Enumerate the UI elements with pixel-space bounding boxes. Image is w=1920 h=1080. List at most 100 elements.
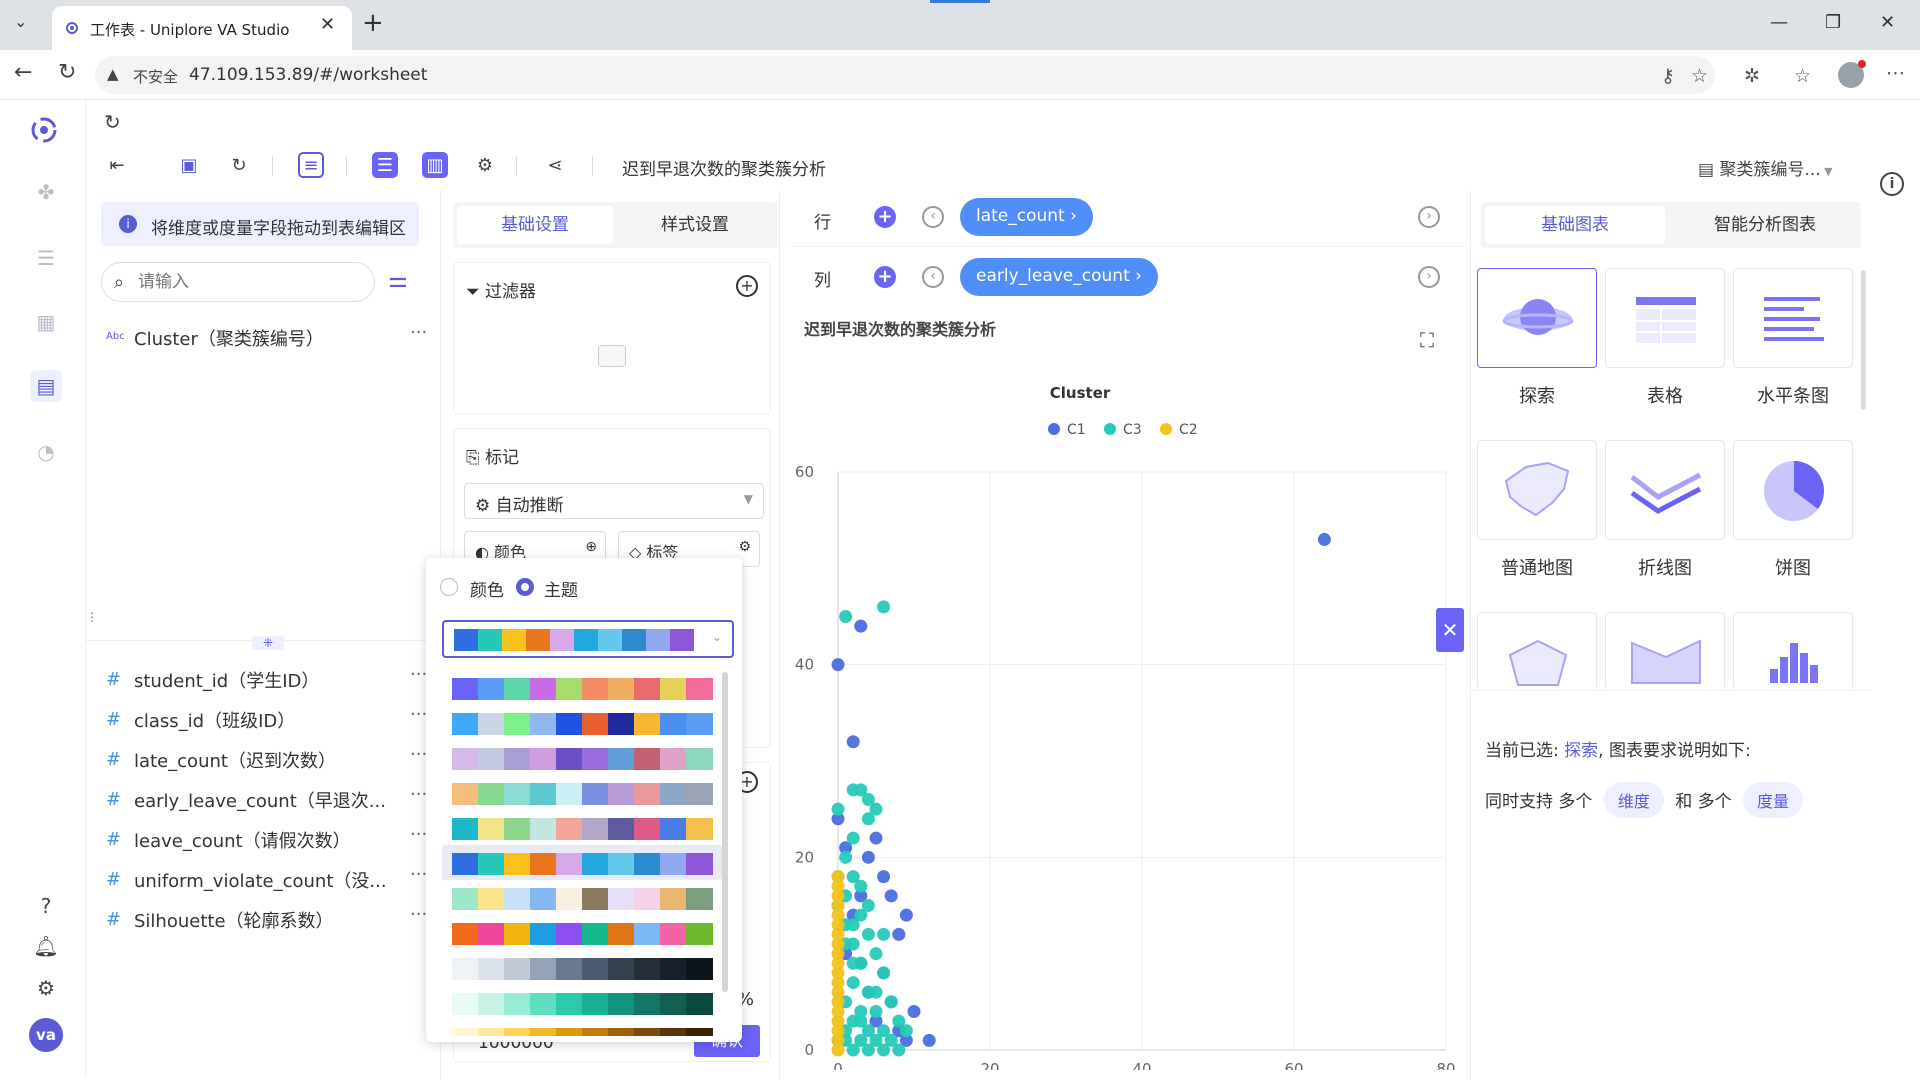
- data-point[interactable]: [922, 1033, 936, 1047]
- data-point[interactable]: [869, 831, 883, 845]
- chart-view-icon[interactable]: ▥: [422, 152, 448, 178]
- data-point[interactable]: [877, 870, 891, 884]
- new-tab-icon[interactable]: +: [362, 8, 384, 38]
- field-more-icon[interactable]: ···: [410, 664, 427, 685]
- col-field-pill[interactable]: early_leave_count ›: [960, 258, 1158, 296]
- worksheet-title[interactable]: 迟到早退次数的聚类簇分析: [622, 155, 826, 180]
- legend-label[interactable]: C1: [1067, 422, 1086, 438]
- chart-type-table[interactable]: [1605, 268, 1725, 368]
- data-point[interactable]: [877, 1043, 891, 1057]
- data-point[interactable]: [877, 927, 891, 941]
- measure-field[interactable]: # Silhouette（轮廓系数） ···: [106, 904, 427, 934]
- measure-field[interactable]: # late_count（迟到次数） ···: [106, 744, 427, 774]
- share-icon[interactable]: ⋖: [542, 152, 568, 178]
- field-more-icon[interactable]: ···: [410, 322, 427, 343]
- data-point[interactable]: [846, 976, 860, 990]
- data-point[interactable]: [869, 802, 883, 816]
- field-search[interactable]: ⌕: [101, 262, 375, 302]
- chart-type-line[interactable]: [1605, 440, 1725, 540]
- rail-gauge-icon[interactable]: ◔: [30, 436, 62, 468]
- legend-label[interactable]: C3: [1123, 422, 1142, 438]
- field-filter-icon[interactable]: ⚌: [388, 268, 408, 293]
- theme-palette-option[interactable]: [442, 775, 722, 810]
- settings-gear-icon[interactable]: ⚙: [30, 972, 62, 1004]
- page-refresh-icon[interactable]: ↻: [104, 110, 121, 134]
- data-point[interactable]: [1317, 532, 1331, 546]
- data-point[interactable]: [884, 889, 898, 903]
- legend-label[interactable]: C2: [1179, 422, 1198, 438]
- measure-field[interactable]: # class_id（班级ID） ···: [106, 704, 427, 734]
- data-point[interactable]: [854, 879, 868, 893]
- user-avatar[interactable]: va: [29, 1018, 63, 1052]
- theme-palette-option[interactable]: [442, 1020, 722, 1036]
- tab-smart-charts[interactable]: 智能分析图表: [1675, 206, 1855, 244]
- theme-palette-option[interactable]: [442, 880, 722, 915]
- theme-palette-option[interactable]: [442, 845, 722, 880]
- theme-palette-option[interactable]: [442, 740, 722, 775]
- col-shelf-back-icon[interactable]: ‹: [922, 266, 944, 288]
- color-add-icon[interactable]: ⊕: [585, 539, 597, 555]
- data-point[interactable]: [831, 802, 845, 816]
- data-point[interactable]: [831, 870, 845, 884]
- collapse-panel-icon[interactable]: ⇤: [104, 152, 130, 178]
- chart-type-radar[interactable]: [1477, 612, 1597, 690]
- data-point[interactable]: [869, 947, 883, 961]
- favorites-icon[interactable]: ☆: [1794, 65, 1811, 87]
- tab-style-settings[interactable]: 样式设置: [617, 206, 773, 244]
- config-gear-icon[interactable]: ⚙: [472, 152, 498, 178]
- legend-marker[interactable]: [1104, 423, 1116, 435]
- field-more-icon[interactable]: ···: [410, 784, 427, 805]
- data-point[interactable]: [861, 899, 875, 912]
- help-icon[interactable]: ?: [30, 890, 62, 922]
- legend-marker[interactable]: [1160, 423, 1172, 435]
- row-shelf-back-icon[interactable]: ‹: [922, 206, 944, 228]
- tab-list-chevron-icon[interactable]: ⌄: [14, 12, 27, 31]
- tab-basic-charts[interactable]: 基础图表: [1485, 206, 1665, 244]
- legend-marker[interactable]: [1048, 423, 1060, 435]
- data-point[interactable]: [854, 1014, 868, 1028]
- row-field-pill[interactable]: late_count ›: [960, 198, 1093, 236]
- theme-palette-option[interactable]: [442, 915, 722, 950]
- radio-theme[interactable]: [516, 578, 534, 596]
- chart-type-area[interactable]: [1605, 612, 1725, 690]
- omnibox[interactable]: ▲ 不安全 47.109.153.89/#/worksheet ⚷ ☆: [95, 56, 1715, 94]
- chart-type-explore[interactable]: [1477, 268, 1597, 368]
- browser-tab-active[interactable]: 工作表 - Uniplore VA Studio ✕: [52, 6, 352, 50]
- field-more-icon[interactable]: ···: [410, 824, 427, 845]
- field-more-icon[interactable]: ···: [410, 864, 427, 885]
- data-point[interactable]: [869, 1004, 883, 1018]
- add-filter-icon[interactable]: +: [736, 275, 758, 297]
- tab-basic-settings[interactable]: 基础设置: [457, 206, 613, 244]
- measure-field[interactable]: # leave_count（请假次数） ···: [106, 824, 427, 854]
- add-col-field-icon[interactable]: +: [874, 266, 896, 288]
- data-point[interactable]: [899, 1024, 913, 1038]
- bell-icon[interactable]: 🔔︎: [30, 930, 62, 962]
- data-point[interactable]: [846, 937, 860, 951]
- refresh-data-icon[interactable]: ↻: [226, 152, 252, 178]
- chart-type-map[interactable]: [1477, 440, 1597, 540]
- chart-type-hbar[interactable]: [1733, 268, 1853, 368]
- mark-type-select[interactable]: ⚙ 自动推断 ▼: [464, 483, 764, 519]
- type-scrollbar[interactable]: [1861, 270, 1866, 410]
- theme-palette-option[interactable]: [442, 705, 722, 740]
- data-table-icon[interactable]: ≡: [298, 152, 324, 178]
- data-point[interactable]: [892, 927, 906, 941]
- data-point[interactable]: [861, 1043, 875, 1057]
- theme-palette-option[interactable]: [442, 985, 722, 1020]
- chart-type-pie[interactable]: [1733, 440, 1853, 540]
- data-point[interactable]: [899, 908, 913, 922]
- key-icon[interactable]: ⚷: [1661, 65, 1675, 87]
- data-point[interactable]: [907, 1004, 921, 1018]
- resize-handle-icon[interactable]: ⁜: [252, 636, 284, 650]
- data-point[interactable]: [846, 735, 860, 749]
- label-settings-icon[interactable]: ⚙: [738, 539, 751, 555]
- field-more-icon[interactable]: ···: [410, 904, 427, 925]
- collapse-handle-icon[interactable]: ⋮: [86, 610, 98, 632]
- rail-dataset-icon[interactable]: ▦: [30, 306, 62, 338]
- selected-theme-dropdown[interactable]: ⌄: [442, 620, 734, 658]
- theme-palette-option[interactable]: [442, 670, 722, 705]
- info-icon[interactable]: i: [1880, 172, 1904, 196]
- close-panel-icon[interactable]: ✕: [1436, 608, 1464, 652]
- data-point[interactable]: [854, 619, 868, 633]
- url-text[interactable]: 47.109.153.89/#/worksheet: [189, 65, 427, 85]
